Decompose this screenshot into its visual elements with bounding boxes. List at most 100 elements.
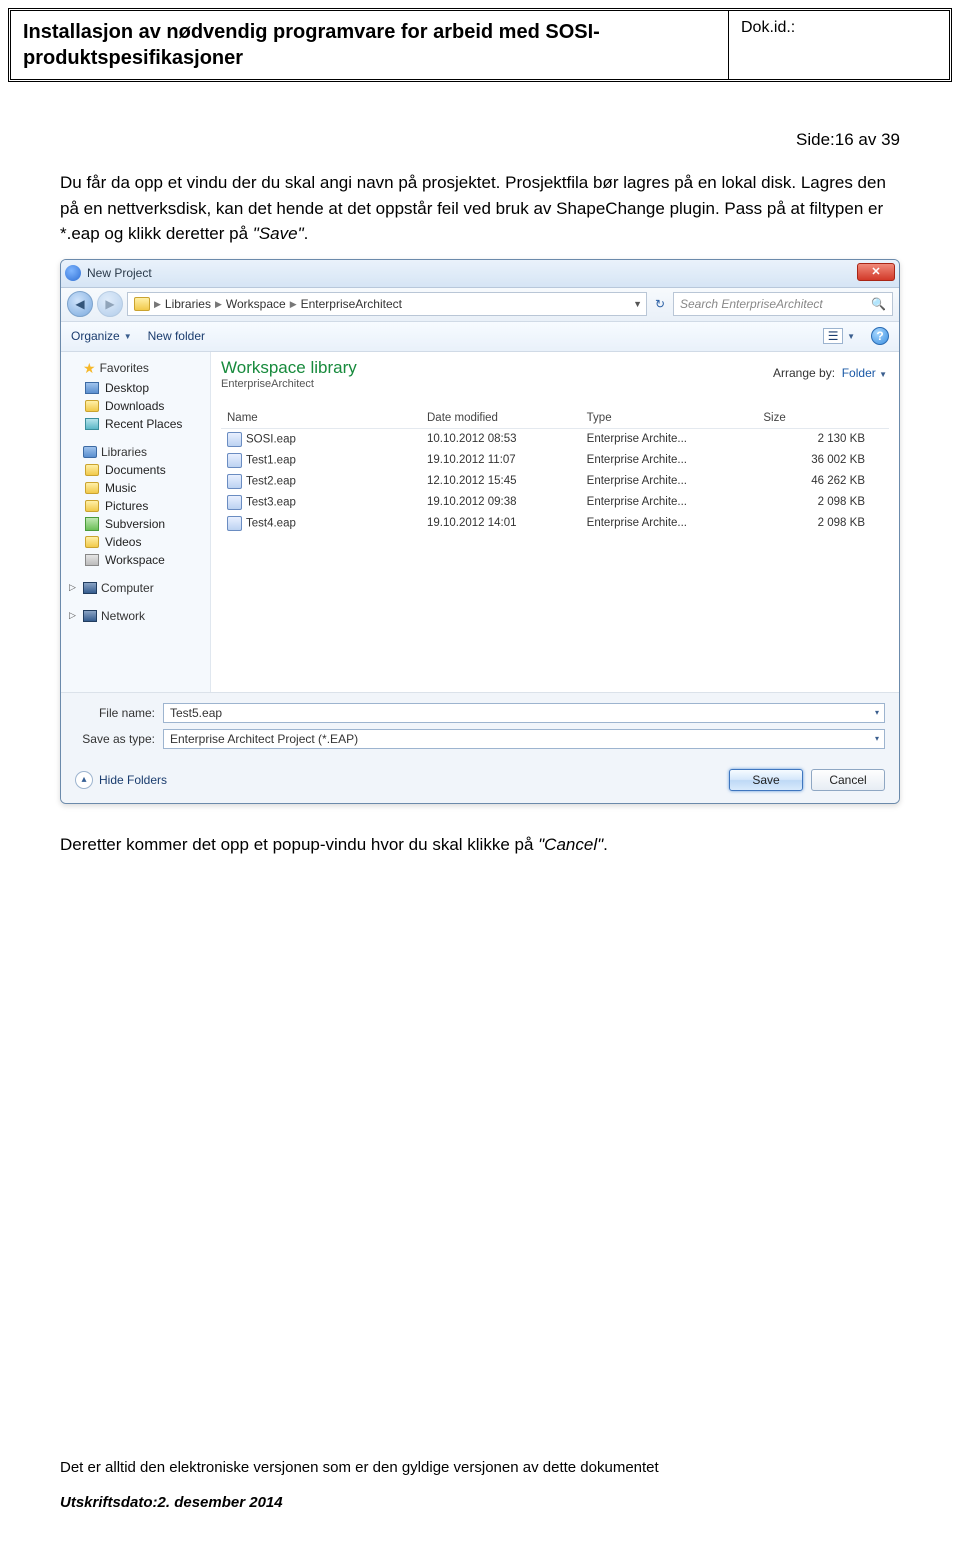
sidebar-group-favorites[interactable]: ★ Favorites [65,358,206,379]
sidebar-label: Documents [105,463,166,477]
sidebar-label: Recent Places [105,417,182,431]
sidebar-group-computer[interactable]: ▷ Computer [65,579,206,597]
breadcrumb-item[interactable]: EnterpriseArchitect [301,297,402,311]
breadcrumb[interactable]: ▶ Libraries ▶ Workspace ▶ EnterpriseArch… [127,292,647,316]
star-icon: ★ [83,360,96,377]
paragraph-2: Deretter kommer det opp et popup-vindu h… [60,832,900,858]
sidebar-item-videos[interactable]: Videos [65,533,206,551]
sidebar-item-pictures[interactable]: Pictures [65,497,206,515]
sidebar-item-desktop[interactable]: Desktop [65,379,206,397]
refresh-icon[interactable]: ↻ [651,295,669,313]
footer-date-value: 2. desember 2014 [158,1494,283,1511]
paragraph-2-text: Deretter kommer det opp et popup-vindu h… [60,835,538,854]
chevron-down-icon[interactable]: ▼ [633,299,642,309]
cell-name: SOSI.eap [246,433,296,445]
cell-name: Test2.eap [246,475,296,487]
hide-folders-button[interactable]: ▴ Hide Folders [75,771,167,789]
content-pane: Workspace library EnterpriseArchitect Ar… [211,352,899,692]
cell-type: Enterprise Archite... [581,492,758,513]
sidebar-item-subversion[interactable]: Subversion [65,515,206,533]
close-button[interactable]: ✕ [857,263,895,281]
arrange-value: Folder [842,366,876,380]
arrange-by[interactable]: Arrange by: Folder ▼ [773,366,887,380]
view-icon: ☰ [823,328,843,344]
breadcrumb-item[interactable]: Workspace [226,297,286,311]
paragraph-1-text: Du får da opp et vindu der du skal angi … [60,173,886,243]
sidebar-group-network[interactable]: ▷ Network [65,607,206,625]
subversion-icon [85,517,99,531]
table-header-row: Name Date modified Type Size [221,408,889,429]
chevron-right-icon: ▶ [290,299,297,310]
collapse-icon: ▷ [69,610,79,621]
cancel-button[interactable]: Cancel [811,769,885,791]
table-row[interactable]: Test2.eap 12.10.2012 15:45 Enterprise Ar… [221,471,889,492]
document-header-box: Installasjon av nødvendig programvare fo… [8,8,952,82]
pictures-icon [85,500,99,512]
sidebar-item-music[interactable]: Music [65,479,206,497]
col-date[interactable]: Date modified [421,408,581,429]
filename-value: Test5.eap [170,706,222,720]
videos-icon [85,536,99,548]
cell-name: Test1.eap [246,454,296,466]
table-row[interactable]: Test1.eap 19.10.2012 11:07 Enterprise Ar… [221,450,889,471]
dialog-lower: File name: Test5.eap ▾ Save as type: Ent… [61,692,899,761]
search-input[interactable]: Search EnterpriseArchitect 🔍 [673,292,893,316]
chevron-right-icon: ▶ [154,299,161,310]
sidebar-group-libraries[interactable]: Libraries [65,443,206,461]
table-row[interactable]: Test3.eap 19.10.2012 09:38 Enterprise Ar… [221,492,889,513]
hide-folders-label: Hide Folders [99,773,167,787]
filename-input[interactable]: Test5.eap ▾ [163,703,885,723]
paragraph-1-tail: . [304,224,309,243]
downloads-icon [85,400,99,412]
file-icon [227,495,242,510]
paragraph-1-quote: "Save" [253,224,304,243]
view-button[interactable]: ☰ ▼ [823,328,855,344]
footer-date-label: Utskriftsdato: [60,1494,158,1511]
arrange-label: Arrange by: [773,366,835,380]
cell-type: Enterprise Archite... [581,428,758,450]
nav-back-button[interactable]: ◀ [67,291,93,317]
save-button[interactable]: Save [729,769,803,791]
sidebar-item-downloads[interactable]: Downloads [65,397,206,415]
table-row[interactable]: Test4.eap 19.10.2012 14:01 Enterprise Ar… [221,513,889,534]
sidebar-item-documents[interactable]: Documents [65,461,206,479]
dokid-label: Dok.id.: [729,11,949,79]
libraries-icon [83,446,97,458]
search-placeholder: Search EnterpriseArchitect [680,297,823,311]
breadcrumb-item[interactable]: Libraries [165,297,211,311]
file-icon [227,453,242,468]
nav-forward-button[interactable]: ▶ [97,291,123,317]
documents-icon [85,464,99,476]
file-icon [227,474,242,489]
paragraph-1: Du får da opp et vindu der du skal angi … [60,170,900,247]
cell-size: 36 002 KB [757,450,889,471]
file-icon [227,432,242,447]
cell-date: 10.10.2012 08:53 [421,428,581,450]
sidebar-item-recent[interactable]: Recent Places [65,415,206,433]
savetype-label: Save as type: [75,732,155,746]
chevron-up-icon: ▴ [75,771,93,789]
sidebar-label: Subversion [105,517,165,531]
organize-button[interactable]: Organize ▼ [71,329,132,343]
chevron-down-icon[interactable]: ▾ [875,734,879,743]
document-title: Installasjon av nødvendig programvare fo… [11,11,729,79]
cell-size: 2 098 KB [757,513,889,534]
chevron-down-icon[interactable]: ▾ [875,708,879,717]
sidebar-label: Music [105,481,136,495]
cell-type: Enterprise Archite... [581,450,758,471]
sidebar-label: Favorites [100,361,149,375]
new-folder-button[interactable]: New folder [148,329,205,343]
music-icon [85,482,99,494]
computer-icon [83,582,97,594]
col-type[interactable]: Type [581,408,758,429]
footer-date: Utskriftsdato:2. desember 2014 [60,1494,900,1511]
sidebar-label: Workspace [105,553,165,567]
table-row[interactable]: SOSI.eap 10.10.2012 08:53 Enterprise Arc… [221,428,889,450]
col-name[interactable]: Name [221,408,421,429]
sidebar-item-workspace[interactable]: Workspace [65,551,206,569]
search-icon: 🔍 [871,297,886,311]
savetype-select[interactable]: Enterprise Architect Project (*.EAP) ▾ [163,729,885,749]
paragraph-2-quote: "Cancel" [538,835,603,854]
col-size[interactable]: Size [757,408,889,429]
help-button[interactable]: ? [871,327,889,345]
